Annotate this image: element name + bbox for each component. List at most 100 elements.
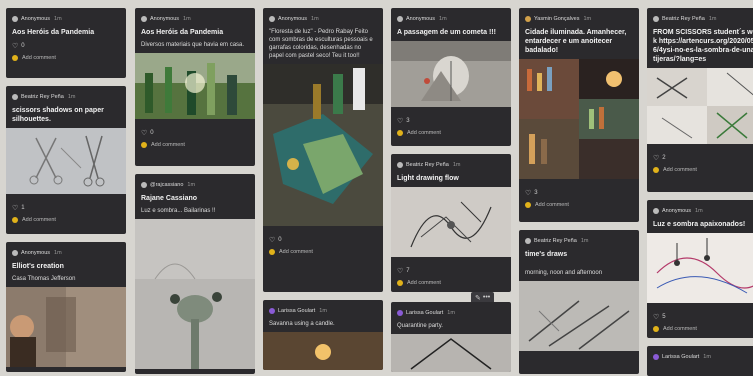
post-title: Cidade iluminada. Amanhecer, entardecer … [525, 29, 627, 54]
like-count: 5 [662, 314, 666, 320]
post-image[interactable] [263, 332, 383, 370]
post-image[interactable] [135, 53, 255, 119]
heart-icon: ♡ [12, 43, 19, 50]
post-card[interactable]: Anonymous 1m Luz e sombra apaixonados! ♡ 5… [647, 200, 753, 338]
post-card[interactable]: Yasmin Gonçalves 1m Cidade iluminada. Ama… [519, 8, 639, 222]
post-title: Elliot's creation [12, 263, 64, 270]
post-header: Anonymous 1m [135, 8, 255, 26]
post-image[interactable] [391, 41, 511, 107]
avatar [269, 308, 275, 314]
like-button[interactable]: ♡ 0 [135, 126, 255, 140]
like-button[interactable]: ♡ 3 [391, 114, 511, 128]
comment-avatar-icon [653, 167, 659, 173]
avatar [141, 16, 147, 22]
post-card[interactable]: Anonymous 1m Aos Heróis da Pandemia ♡ 0 Ad… [6, 8, 126, 78]
post-card[interactable]: Anonymous 1m "Floresta de luz" - Pedro Ra… [263, 8, 383, 292]
post-title: FROM SCISSORS student´s work https://art… [653, 29, 753, 63]
timestamp: 1m [311, 16, 319, 22]
post-card[interactable]: Beatriz Rey Peña 1m FROM SCISSORS student… [647, 8, 753, 192]
like-button[interactable]: ♡ 0 [6, 39, 126, 53]
avatar [653, 208, 659, 214]
post-header: Anonymous 1m [647, 200, 753, 218]
avatar [12, 94, 18, 100]
add-comment[interactable]: Add comment [519, 200, 639, 213]
author-name: Anonymous [406, 16, 436, 22]
like-button[interactable]: ♡ 0 [263, 233, 383, 247]
more-icon[interactable]: ••• [483, 294, 490, 302]
comment-avatar-icon [269, 249, 275, 255]
post-image[interactable] [263, 64, 383, 226]
like-count: 3 [406, 118, 410, 124]
author-name: Beatriz Rey Peña [406, 162, 449, 168]
post-header: Larissa Goulart 1m [391, 302, 511, 320]
timestamp: 1m [695, 208, 703, 214]
post-card[interactable]: Anonymous 1m A passagem de um cometa !!! … [391, 8, 511, 146]
post-header: Beatriz Rey Peña 1m [519, 230, 639, 248]
add-comment[interactable]: Add comment [391, 128, 511, 141]
post-header: Beatriz Rey Peña 1m [6, 86, 126, 104]
post-title: Light drawing flow [397, 175, 459, 182]
post-body: morning, noon and afternoon [525, 270, 603, 276]
timestamp: 1m [319, 308, 327, 314]
post-image[interactable] [391, 187, 511, 257]
add-comment[interactable]: Add comment [135, 140, 255, 153]
add-comment-label: Add comment [407, 130, 441, 136]
avatar [397, 310, 403, 316]
post-image[interactable] [519, 281, 639, 351]
comment-avatar-icon [653, 326, 659, 332]
timestamp: 1m [439, 16, 447, 22]
post-image[interactable] [6, 128, 126, 194]
add-comment-label: Add comment [535, 202, 569, 208]
add-comment[interactable]: Add comment [263, 247, 383, 260]
avatar [269, 16, 275, 22]
comment-avatar-icon [12, 55, 18, 61]
comment-avatar-icon [397, 130, 403, 136]
post-card[interactable]: Larissa Goulart 1m Savanna using a candle… [263, 300, 383, 370]
post-card[interactable]: Beatriz Rey Peña 1m Light drawing flow ♡ 7… [391, 154, 511, 292]
add-comment[interactable]: Add comment [647, 324, 753, 337]
post-image[interactable] [135, 219, 255, 369]
author-name: Anonymous [21, 250, 51, 256]
like-button[interactable]: ♡ 1 [6, 201, 126, 215]
heart-icon: ♡ [653, 314, 660, 321]
like-count: 0 [21, 43, 25, 49]
post-header: Beatriz Rey Peña 1m [391, 154, 511, 172]
post-card[interactable]: Beatriz Rey Peña 1m scissors shadows on p… [6, 86, 126, 234]
author-name: Anonymous [662, 208, 692, 214]
add-comment[interactable]: Add comment [6, 215, 126, 228]
post-card[interactable]: Larissa Goulart 1m [647, 346, 753, 376]
post-header: Yasmin Gonçalves 1m [519, 8, 639, 26]
like-count: 3 [534, 190, 538, 196]
like-count: 7 [406, 268, 410, 274]
like-count: 1 [21, 205, 25, 211]
add-comment[interactable]: Add comment [647, 165, 753, 178]
heart-icon: ♡ [397, 268, 404, 275]
post-header: @rajcassiano 1m [135, 174, 255, 192]
add-comment[interactable]: Add comment [6, 53, 126, 66]
avatar [397, 162, 403, 168]
like-button[interactable]: ♡ 2 [647, 151, 753, 165]
post-image[interactable] [647, 233, 753, 303]
post-card[interactable]: Anonymous 1m Aos Heróis da Pandemia Diver… [135, 8, 255, 166]
like-button[interactable]: ♡ 7 [391, 264, 511, 278]
post-title: Aos Heróis da Pandemia [141, 29, 224, 36]
add-comment-label: Add comment [407, 280, 441, 286]
post-image[interactable] [519, 59, 639, 179]
post-image[interactable] [391, 334, 511, 372]
post-card[interactable]: Larissa Goulart 1m Quarantine party. [391, 302, 511, 372]
post-image[interactable] [6, 287, 126, 367]
like-button[interactable]: ♡ 3 [519, 186, 639, 200]
post-card[interactable]: @rajcassiano 1m Rajane Cassiano Luz e som… [135, 174, 255, 374]
post-card[interactable]: Anonymous 1m Elliot's creation Casa Thoma… [6, 242, 126, 372]
author-name: Anonymous [21, 16, 51, 22]
like-button[interactable]: ♡ 5 [647, 310, 753, 324]
post-card[interactable]: Beatriz Rey Peña 1m time's draws morning,… [519, 230, 639, 374]
edit-icon[interactable]: ✎ [475, 294, 481, 302]
author-name: Anonymous [278, 16, 308, 22]
post-title: scissors shadows on paper silhouettes. [12, 107, 104, 123]
avatar [12, 16, 18, 22]
post-image[interactable] [647, 68, 753, 144]
post-header: Larissa Goulart 1m [263, 300, 383, 318]
add-comment[interactable]: Add comment [391, 278, 511, 291]
timestamp: 1m [54, 250, 62, 256]
